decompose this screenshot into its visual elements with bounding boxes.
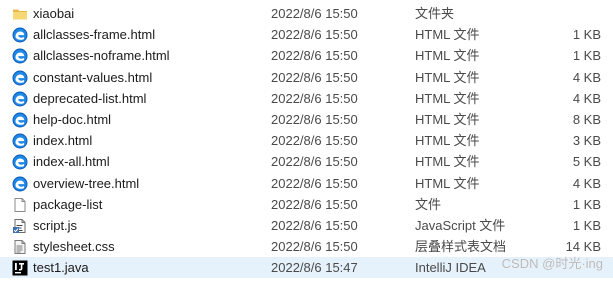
file-type: 文件夹 — [415, 6, 455, 21]
file-name: help-doc.html — [33, 111, 112, 127]
file-type: 文件 — [415, 196, 442, 212]
file-date: 2022/8/6 15:50 — [271, 111, 358, 127]
file-size: 1 KB — [572, 217, 601, 233]
file-row[interactable]: constant-values.html 2022/8/6 15:50 HTML 文… — [0, 67, 613, 88]
file-name: deprecated-list.html — [33, 90, 147, 106]
file-date: 2022/8/6 15:50 — [271, 239, 358, 255]
file-type: HTML 文件 — [415, 154, 480, 170]
edge-html-icon — [12, 154, 28, 170]
file-type: HTML 文件 — [415, 133, 480, 149]
edge-html-icon — [12, 91, 28, 107]
file-name: xiaobai — [33, 6, 75, 21]
file-list: xiaobai 2022/8/6 15:50 文件夹 allclasses-frame… — [0, 3, 613, 279]
edge-html-icon — [12, 133, 28, 149]
file-size: 1 KB — [572, 196, 601, 212]
folder-icon — [12, 6, 28, 22]
file-size: 4 KB — [572, 175, 601, 191]
file-name: constant-values.html — [33, 69, 153, 85]
file-size: 3 KB — [572, 133, 601, 149]
file-type: HTML 文件 — [415, 111, 480, 127]
file-date: 2022/8/6 15:50 — [271, 48, 358, 64]
file-name: allclasses-noframe.html — [33, 48, 170, 64]
file-type: HTML 文件 — [415, 175, 480, 191]
file-row[interactable]: help-doc.html 2022/8/6 15:50 HTML 文件 8 KB — [0, 109, 613, 130]
file-date: 2022/8/6 15:50 — [271, 6, 358, 21]
file-row[interactable]: allclasses-frame.html 2022/8/6 15:50 HTML … — [0, 24, 613, 45]
edge-html-icon — [12, 27, 28, 43]
css-file-icon — [12, 239, 28, 255]
file-type: HTML 文件 — [415, 27, 480, 43]
file-name: index.html — [33, 133, 93, 149]
edge-html-icon — [12, 48, 28, 64]
file-row[interactable]: script.js 2022/8/6 15:50 JavaScript 文件 1 KB — [0, 215, 613, 236]
watermark: CSDN @时光·ing — [501, 256, 603, 271]
intellij-idea-icon — [12, 260, 28, 276]
file-date: 2022/8/6 15:50 — [271, 90, 358, 106]
file-size: 1 KB — [572, 27, 601, 43]
file-name: test1.java — [33, 260, 89, 276]
file-row[interactable]: overview-tree.html 2022/8/6 15:50 HTML 文件 4… — [0, 173, 613, 194]
file-date: 2022/8/6 15:50 — [271, 196, 358, 212]
file-size: 1 KB — [572, 48, 601, 64]
file-type: IntelliJ IDEA — [415, 260, 486, 276]
file-date: 2022/8/6 15:47 — [271, 260, 358, 276]
file-type: JavaScript 文件 — [415, 217, 506, 233]
file-type: HTML 文件 — [415, 90, 480, 106]
edge-html-icon — [12, 112, 28, 128]
file-row[interactable]: xiaobai 2022/8/6 15:50 文件夹 — [0, 3, 613, 24]
file-type: 层叠样式表文档 — [415, 239, 507, 255]
file-name: package-list — [33, 196, 103, 212]
edge-html-icon — [12, 70, 28, 86]
file-size: 4 KB — [572, 69, 601, 85]
file-date: 2022/8/6 15:50 — [271, 27, 358, 43]
script-file-icon — [12, 218, 28, 234]
file-row[interactable]: index-all.html 2022/8/6 15:50 HTML 文件 5 KB — [0, 151, 613, 172]
file-size: 5 KB — [572, 154, 601, 170]
file-date: 2022/8/6 15:50 — [271, 133, 358, 149]
blank-file-icon — [12, 197, 28, 213]
file-date: 2022/8/6 15:50 — [271, 217, 358, 233]
file-row[interactable]: deprecated-list.html 2022/8/6 15:50 HTML 文… — [0, 88, 613, 109]
file-size: 4 KB — [572, 90, 601, 106]
file-date: 2022/8/6 15:50 — [271, 175, 358, 191]
file-name: stylesheet.css — [33, 239, 115, 255]
file-date: 2022/8/6 15:50 — [271, 154, 358, 170]
file-type: HTML 文件 — [415, 69, 480, 85]
file-date: 2022/8/6 15:50 — [271, 69, 358, 85]
edge-html-icon — [12, 176, 28, 192]
file-name: index-all.html — [33, 154, 110, 170]
file-name: allclasses-frame.html — [33, 27, 156, 43]
file-row[interactable]: index.html 2022/8/6 15:50 HTML 文件 3 KB — [0, 130, 613, 151]
file-name: script.js — [33, 217, 78, 233]
file-row[interactable]: allclasses-noframe.html 2022/8/6 15:50 HTM… — [0, 45, 613, 66]
file-type: HTML 文件 — [415, 48, 480, 64]
file-row[interactable]: package-list 2022/8/6 15:50 文件 1 KB — [0, 194, 613, 215]
file-name: overview-tree.html — [33, 175, 140, 191]
file-size: 8 KB — [572, 111, 601, 127]
